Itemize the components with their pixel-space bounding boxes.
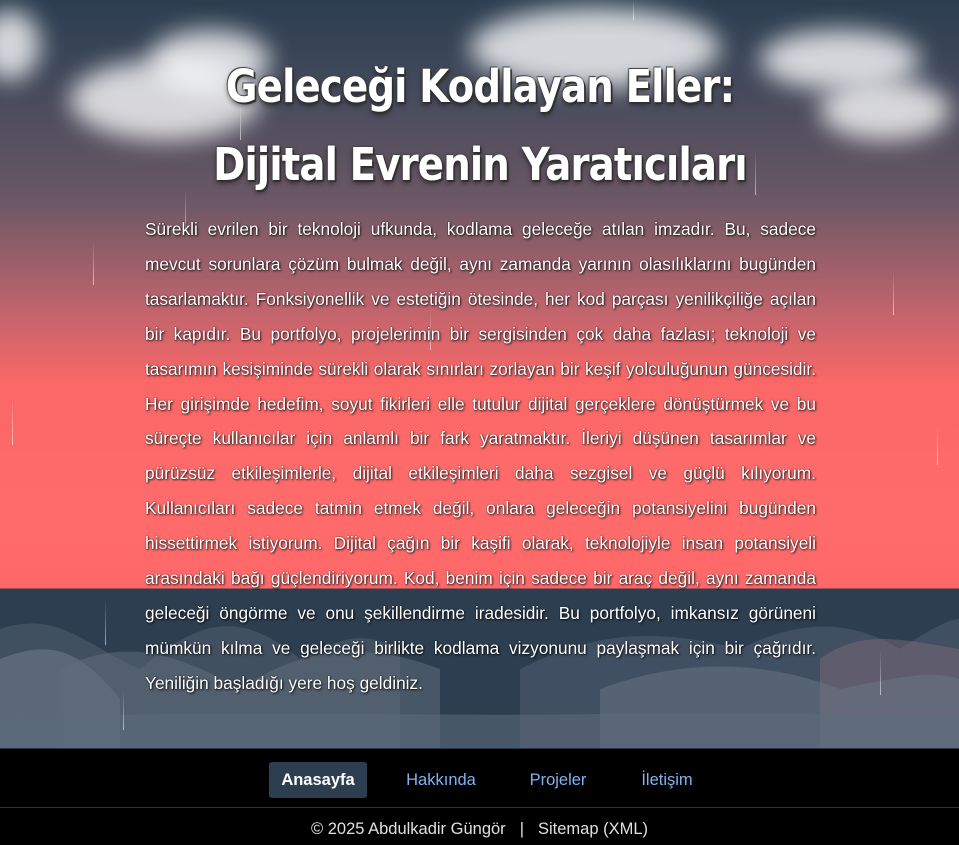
rain-decoration	[12, 395, 13, 445]
footer: © 2025 Abdulkadir Güngör | Sitemap (XML)	[0, 808, 959, 845]
nav-item-projeler[interactable]: Projeler	[516, 762, 600, 798]
hero-section: Geleceği Kodlayan Eller: Dijital Evrenin…	[0, 0, 959, 748]
rain-decoration	[893, 270, 894, 315]
footer-copyright: © 2025 Abdulkadir Güngör	[310, 820, 506, 838]
intro-paragraph: Sürekli evrilen bir teknoloji ufkunda, k…	[145, 219, 816, 693]
page-title: Geleceği Kodlayan Eller: Dijital Evrenin…	[213, 60, 747, 191]
cloud-decoration	[820, 80, 950, 140]
footer-separator: |	[519, 820, 524, 838]
nav-item-anasayfa[interactable]: Anasayfa	[269, 762, 367, 798]
rain-decoration	[105, 600, 106, 645]
rain-decoration	[937, 420, 938, 465]
rain-decoration	[93, 240, 94, 285]
rain-decoration	[633, 0, 634, 20]
rain-decoration	[880, 650, 881, 695]
main-nav: Anasayfa Hakkında Projeler İletişim	[0, 748, 959, 808]
cloud-decoration	[0, 10, 40, 80]
sitemap-link[interactable]: Sitemap (XML)	[538, 820, 648, 838]
nav-item-hakkinda[interactable]: Hakkında	[394, 762, 488, 798]
nav-item-iletisim[interactable]: İletişim	[627, 762, 707, 798]
rain-decoration	[123, 690, 124, 730]
